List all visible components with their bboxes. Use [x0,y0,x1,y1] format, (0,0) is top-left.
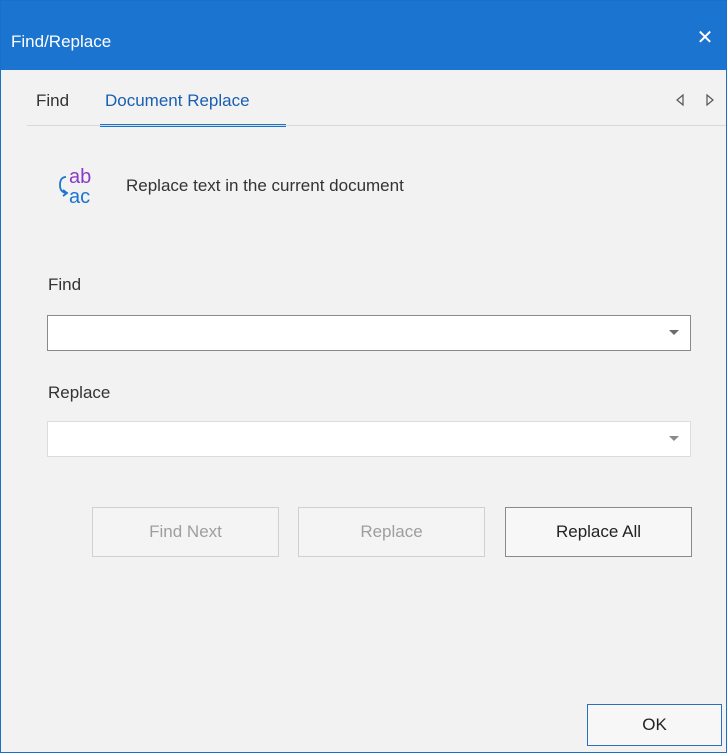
replace-button[interactable]: Replace [298,507,485,557]
title-bar: Find/Replace ✕ [1,1,726,70]
tab-bar: Find Document Replace [1,70,726,127]
replace-input[interactable] [54,427,648,453]
replace-dropdown-arrow-icon[interactable] [669,436,679,441]
triangle-left-icon[interactable] [673,90,687,110]
window-title: Find/Replace [11,32,112,51]
tab-document-replace[interactable]: Document Replace [105,91,250,111]
find-combobox[interactable] [47,315,691,351]
tab-find[interactable]: Find [36,91,69,111]
triangle-right-icon[interactable] [703,90,717,110]
find-input[interactable] [54,321,648,347]
header-description: Replace text in the current document [126,176,404,195]
replace-label: Replace [48,383,111,402]
tab-divider [27,125,726,126]
replace-combobox[interactable] [47,421,691,457]
close-button[interactable]: ✕ [684,23,726,53]
find-replace-dialog: Find/Replace ✕ Find Document Replace ab … [0,0,727,753]
find-next-button[interactable]: Find Next [92,507,279,557]
find-dropdown-arrow-icon[interactable] [669,330,679,335]
replace-all-button[interactable]: Replace All [505,507,692,557]
replace-text-icon: ab ac [59,166,91,208]
ok-button[interactable]: OK [587,704,722,746]
icon-text-ac: ac [69,186,90,208]
icon-text-ab: ab [69,166,91,188]
find-label: Find [48,275,82,294]
